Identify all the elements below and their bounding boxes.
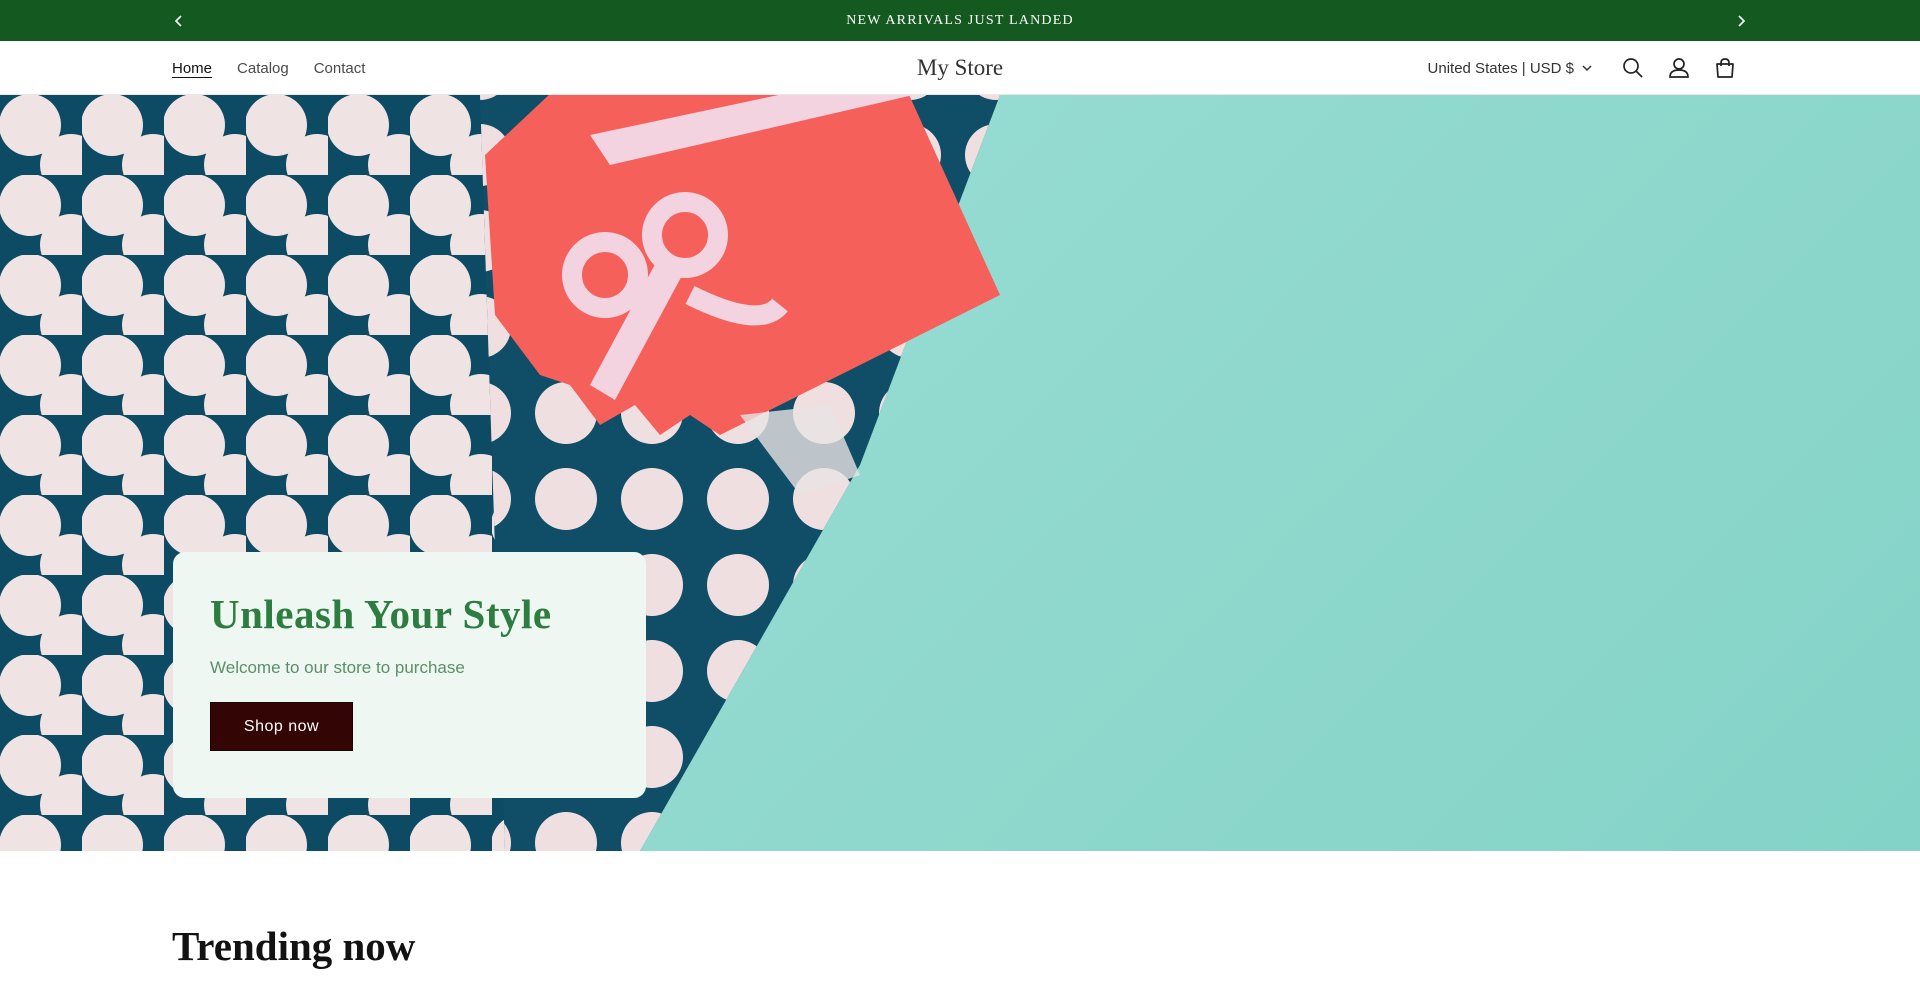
account-icon [1669,58,1689,78]
cart-button[interactable] [1702,45,1748,91]
nav-home-link[interactable]: Home [172,60,212,77]
chevron-right-icon [1738,14,1746,27]
chevron-down-icon [1582,64,1592,71]
main-nav: Home Catalog Contact [172,41,365,95]
store-logo[interactable]: My Store [917,55,1003,81]
search-icon [1623,58,1643,78]
header-actions: United States | USD $ [1428,41,1748,95]
announcement-prev-button[interactable] [159,0,199,41]
cart-icon [1716,58,1734,78]
hero-title: Unleash Your Style [210,591,552,637]
hero-subtitle: Welcome to our store to purchase [210,658,465,677]
shop-now-button[interactable]: Shop now [210,702,353,751]
search-button[interactable] [1610,45,1656,91]
nav-catalog-link[interactable]: Catalog [237,60,289,77]
site-header: Home Catalog Contact My Store United Sta… [0,41,1920,95]
account-button[interactable] [1656,45,1702,91]
hero-banner: Unleash Your Style Welcome to our store … [0,95,1920,851]
nav-contact-link[interactable]: Contact [314,60,366,77]
hero-content-card: Unleash Your Style Welcome to our store … [173,552,646,798]
announcement-text: NEW ARRIVALS JUST LANDED [846,12,1074,28]
locale-label: United States | USD $ [1427,59,1574,77]
chevron-left-icon [174,14,182,27]
announcement-next-button[interactable] [1721,0,1761,41]
announcement-bar: NEW ARRIVALS JUST LANDED [0,0,1920,41]
trending-section-title: Trending now [172,923,416,969]
locale-selector[interactable]: United States | USD $ [1428,60,1592,77]
